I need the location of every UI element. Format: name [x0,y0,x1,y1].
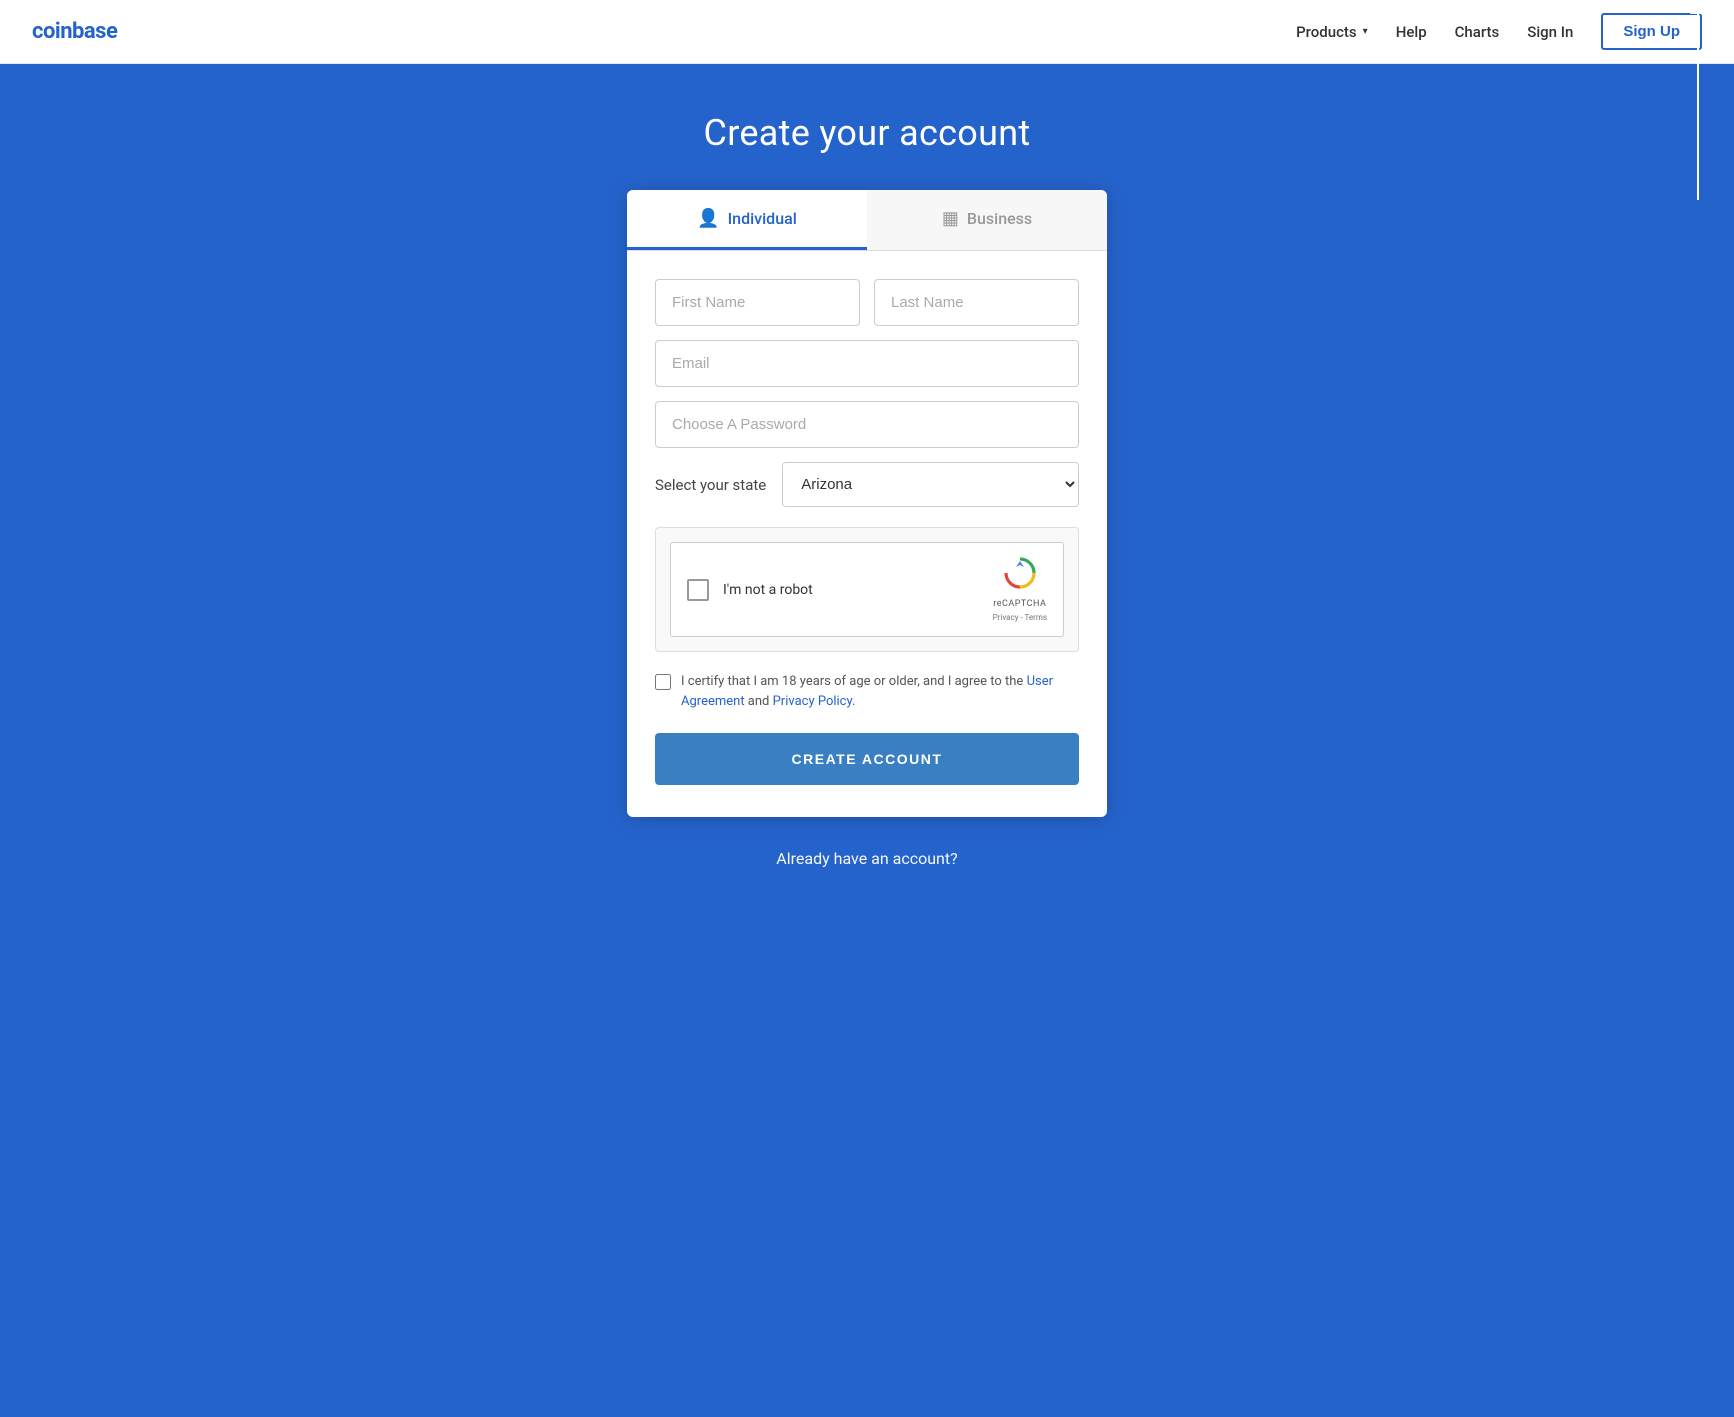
terms-text: I certify that I am 18 years of age or o… [681,672,1079,711]
state-row: Select your state Arizona Alabama Alaska… [655,462,1079,507]
brand-logo[interactable]: coinbase [32,19,117,44]
terms-checkbox[interactable] [655,674,671,690]
privacy-policy-link[interactable]: Privacy Policy [773,694,852,709]
first-name-input[interactable] [655,279,860,326]
nav-products[interactable]: Products ▾ [1296,23,1368,41]
recaptcha-logo-icon [1004,557,1036,595]
navbar: coinbase Products ▾ Help Charts Sign In … [0,0,1734,64]
captcha-inner: I'm not a robot [670,542,1064,637]
form-card: 👤 Individual ▦ Business [627,190,1107,817]
captcha-left: I'm not a robot [687,579,813,601]
signup-button[interactable]: Sign Up [1601,13,1702,50]
individual-icon: 👤 [697,208,719,229]
chevron-down-icon: ▾ [1363,26,1368,37]
tab-individual-label: Individual [728,209,797,228]
nav-charts[interactable]: Charts [1455,23,1500,41]
form-body: Select your state Arizona Alabama Alaska… [627,251,1107,817]
captcha-label: I'm not a robot [723,582,813,598]
arrow-line [1697,14,1699,200]
account-type-tabs: 👤 Individual ▦ Business [627,190,1107,251]
captcha-container: I'm not a robot [655,527,1079,652]
arrow-head-icon [1690,0,1706,14]
state-label: Select your state [655,476,766,494]
nav-links: Products ▾ Help Charts Sign In Sign Up [1296,13,1702,50]
page-title: Create your account [703,112,1030,154]
tab-business[interactable]: ▦ Business [867,190,1107,250]
email-row [655,340,1079,387]
main-content: Create your account 👤 Individual ▦ Busin… [0,64,1734,928]
last-name-input[interactable] [874,279,1079,326]
nav-help[interactable]: Help [1396,23,1427,41]
state-select[interactable]: Arizona Alabama Alaska Arkansas Californ… [782,462,1079,507]
recaptcha-brand-label: reCAPTCHA [993,599,1046,609]
tab-business-label: Business [967,209,1032,228]
footer-already-account: Already have an account? [776,849,957,868]
tab-individual[interactable]: 👤 Individual [627,190,867,250]
recaptcha-links[interactable]: Privacy - Terms [993,613,1047,622]
nav-signin[interactable]: Sign In [1527,23,1573,41]
captcha-right: reCAPTCHA Privacy - Terms [993,557,1047,622]
name-row [655,279,1079,326]
email-input[interactable] [655,340,1079,387]
terms-row: I certify that I am 18 years of age or o… [655,672,1079,711]
arrow-annotation [1690,0,1706,200]
create-account-button[interactable]: CREATE ACCOUNT [655,733,1079,785]
password-row [655,401,1079,448]
captcha-checkbox[interactable] [687,579,709,601]
business-icon: ▦ [942,208,959,229]
password-input[interactable] [655,401,1079,448]
